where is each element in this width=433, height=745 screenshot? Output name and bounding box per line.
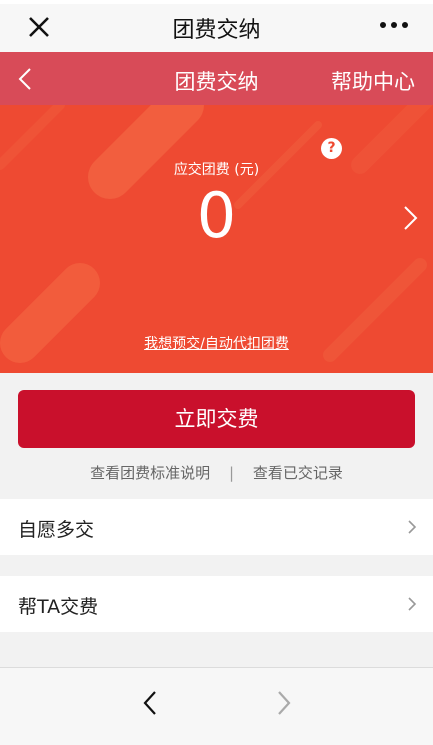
chevron-right-icon[interactable] [272, 688, 296, 718]
chevron-right-icon[interactable] [401, 203, 421, 233]
chevron-right-icon [408, 520, 417, 534]
fee-standard-link[interactable]: 查看团费标准说明 [90, 464, 210, 482]
amount-label: 应交团费 (元) [173, 162, 260, 178]
help-question-icon[interactable]: ? [321, 138, 342, 159]
app-bar-title: 团费交纳 [172, 18, 261, 43]
browser-nav-bar [0, 667, 433, 745]
link-separator: | [228, 464, 235, 482]
app-bar: 团费交纳 [0, 0, 433, 52]
list-item-label: 自愿多交 [18, 519, 95, 541]
prepay-autodeduct-link[interactable]: 我想预交/自动代扣团费 [144, 336, 289, 352]
more-dots-icon[interactable] [379, 14, 409, 36]
list-item-voluntary-extra[interactable]: 自愿多交 [0, 499, 433, 555]
fee-summary-panel: ? 应交团费 (元) 0 我想预交/自动代扣团费 [0, 105, 433, 373]
secondary-links: 查看团费标准说明 | 查看已交记录 [0, 462, 433, 483]
list-item-label: 帮TA交费 [18, 596, 99, 618]
chevron-left-icon[interactable] [138, 688, 162, 718]
amount-due: 0 [196, 179, 237, 252]
pay-now-button[interactable]: 立即交费 [18, 390, 415, 448]
list-item-pay-for-others[interactable]: 帮TA交费 [0, 576, 433, 632]
page-header: 团费交纳 帮助中心 [0, 52, 433, 105]
help-center-link[interactable]: 帮助中心 [331, 66, 415, 96]
payment-records-link[interactable]: 查看已交记录 [253, 464, 343, 482]
chevron-right-icon [408, 597, 417, 611]
